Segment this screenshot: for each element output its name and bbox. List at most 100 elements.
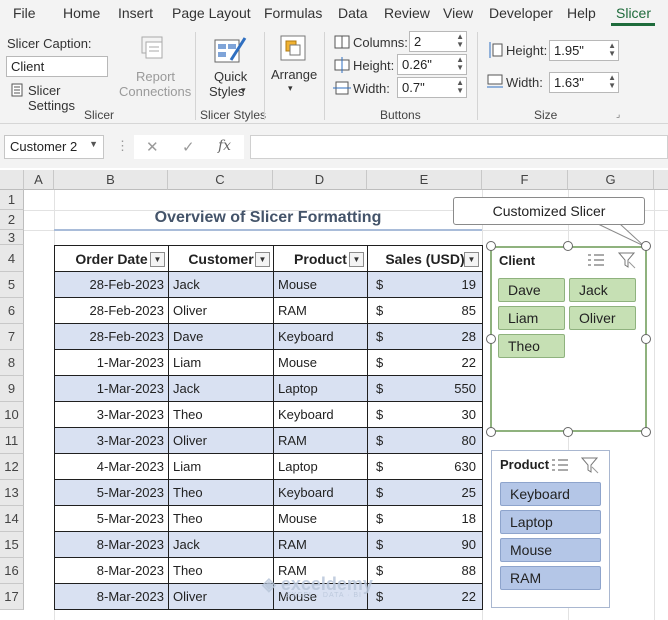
resize-handle[interactable] [563,427,573,437]
cell-sales[interactable]: $88 [367,557,483,584]
multi-select-icon[interactable] [587,252,605,268]
slicer-settings-button[interactable]: Slicer Settings [9,81,109,113]
shape-height-input[interactable]: 1.95" ▲ ▼ [549,40,619,61]
name-box[interactable]: Customer 2 ▼ [4,135,104,159]
cell-product[interactable]: RAM [273,531,368,558]
spinner-icon[interactable]: ▲ ▼ [608,74,616,90]
slicer-item-liam[interactable]: Liam [498,306,565,330]
column-header-d[interactable]: D [273,170,367,190]
row-header-13[interactable]: 13 [0,480,24,506]
cell-product[interactable]: Mouse [273,505,368,532]
resize-handle[interactable] [641,427,651,437]
tab-data[interactable]: Data [338,5,368,21]
formula-input[interactable] [250,135,668,159]
slicer-item-jack[interactable]: Jack [569,278,636,302]
cancel-icon[interactable]: ✕ [146,138,159,156]
cell-customer[interactable]: Jack [168,271,274,298]
cell-product[interactable]: Laptop [273,453,368,480]
cell-sales[interactable]: $18 [367,505,483,532]
cell-date[interactable]: 8-Mar-2023 [54,583,169,610]
multi-select-icon[interactable] [551,457,569,473]
report-connections-label-2[interactable]: Connections [119,84,191,99]
button-width-input[interactable]: 0.7" ▲ ▼ [397,77,467,98]
header-order-date[interactable]: Order Date ▼ [54,245,169,272]
drag-handle-icon[interactable]: ⋮ [116,138,129,154]
row-header-15[interactable]: 15 [0,532,24,558]
spinner-icon[interactable]: ▲ ▼ [456,56,464,72]
resize-handle[interactable] [563,241,573,251]
cell-customer[interactable]: Theo [168,505,274,532]
header-sales[interactable]: Sales (USD) ▼ [367,245,483,272]
cell-sales[interactable]: $630 [367,453,483,480]
cell-sales[interactable]: $22 [367,583,483,610]
cell-customer[interactable]: Oliver [168,297,274,324]
row-header-14[interactable]: 14 [0,506,24,532]
row-header-5[interactable]: 5 [0,272,24,298]
spinner-icon[interactable]: ▲ ▼ [608,42,616,58]
cell-customer[interactable]: Oliver [168,583,274,610]
row-header-2[interactable]: 2 [0,210,24,230]
select-all-corner[interactable] [0,170,24,190]
column-header-a[interactable]: A [24,170,54,190]
cell-customer[interactable]: Theo [168,557,274,584]
filter-dropdown-icon[interactable]: ▼ [255,252,270,267]
row-header-8[interactable]: 8 [0,350,24,376]
resize-handle[interactable] [486,427,496,437]
spinner-icon[interactable]: ▲ ▼ [456,33,464,49]
cell-product[interactable]: Laptop [273,375,368,402]
cell-sales[interactable]: $19 [367,271,483,298]
report-connections-label-1[interactable]: Report [136,69,175,84]
row-header-1[interactable]: 1 [0,190,24,210]
clear-filter-icon[interactable] [581,456,599,474]
cell-date[interactable]: 28-Feb-2023 [54,271,169,298]
slicer-item-mouse[interactable]: Mouse [500,538,601,562]
quick-styles-label-2[interactable]: Styles [209,84,244,99]
cell-product[interactable]: Keyboard [273,479,368,506]
header-customer[interactable]: Customer ▼ [168,245,274,272]
cell-date[interactable]: 8-Mar-2023 [54,531,169,558]
row-header-7[interactable]: 7 [0,324,24,350]
tab-help[interactable]: Help [567,5,596,21]
cell-customer[interactable]: Oliver [168,427,274,454]
tab-file[interactable]: File [13,5,36,21]
row-header-10[interactable]: 10 [0,402,24,428]
tab-formulas[interactable]: Formulas [264,5,322,21]
column-header-b[interactable]: B [54,170,168,190]
columns-input[interactable]: 2 ▲ ▼ [409,31,467,52]
button-height-input[interactable]: 0.26" ▲ ▼ [397,54,467,75]
spinner-icon[interactable]: ▲ ▼ [456,79,464,95]
cell-product[interactable]: RAM [273,297,368,324]
row-header-17[interactable]: 17 [0,584,24,610]
cell-date[interactable]: 28-Feb-2023 [54,297,169,324]
column-header-f[interactable]: F [482,170,568,190]
shape-width-input[interactable]: 1.63" ▲ ▼ [549,72,619,93]
clear-filter-icon[interactable] [618,251,636,269]
product-slicer[interactable]: Product Keyboard Laptop Mouse RAM [491,450,610,608]
resize-handle[interactable] [641,241,651,251]
column-header-e[interactable]: E [367,170,482,190]
row-header-3[interactable]: 3 [0,230,24,245]
resize-handle[interactable] [486,241,496,251]
slicer-item-ram[interactable]: RAM [500,566,601,590]
slicer-item-laptop[interactable]: Laptop [500,510,601,534]
quick-styles-label-1[interactable]: Quick [214,69,247,84]
dialog-launcher-icon[interactable]: ⌟ [616,109,620,120]
filter-dropdown-icon[interactable]: ▼ [349,252,364,267]
chevron-down-icon[interactable]: ▼ [89,139,98,149]
cell-sales[interactable]: $30 [367,401,483,428]
slicer-caption-input[interactable]: Client [6,56,108,77]
cell-customer[interactable]: Dave [168,323,274,350]
slicer-item-keyboard[interactable]: Keyboard [500,482,601,506]
cell-customer[interactable]: Theo [168,401,274,428]
cell-sales[interactable]: $22 [367,349,483,376]
cell-customer[interactable]: Jack [168,375,274,402]
cell-product[interactable]: RAM [273,427,368,454]
cell-sales[interactable]: $80 [367,427,483,454]
filter-dropdown-icon[interactable]: ▼ [150,252,165,267]
cell-sales[interactable]: $85 [367,297,483,324]
cell-product[interactable]: Keyboard [273,401,368,428]
arrange-button[interactable]: Arrange [271,67,317,82]
filter-dropdown-icon[interactable]: ▼ [464,252,479,267]
cell-product[interactable]: Mouse [273,349,368,376]
cell-product[interactable]: Keyboard [273,323,368,350]
